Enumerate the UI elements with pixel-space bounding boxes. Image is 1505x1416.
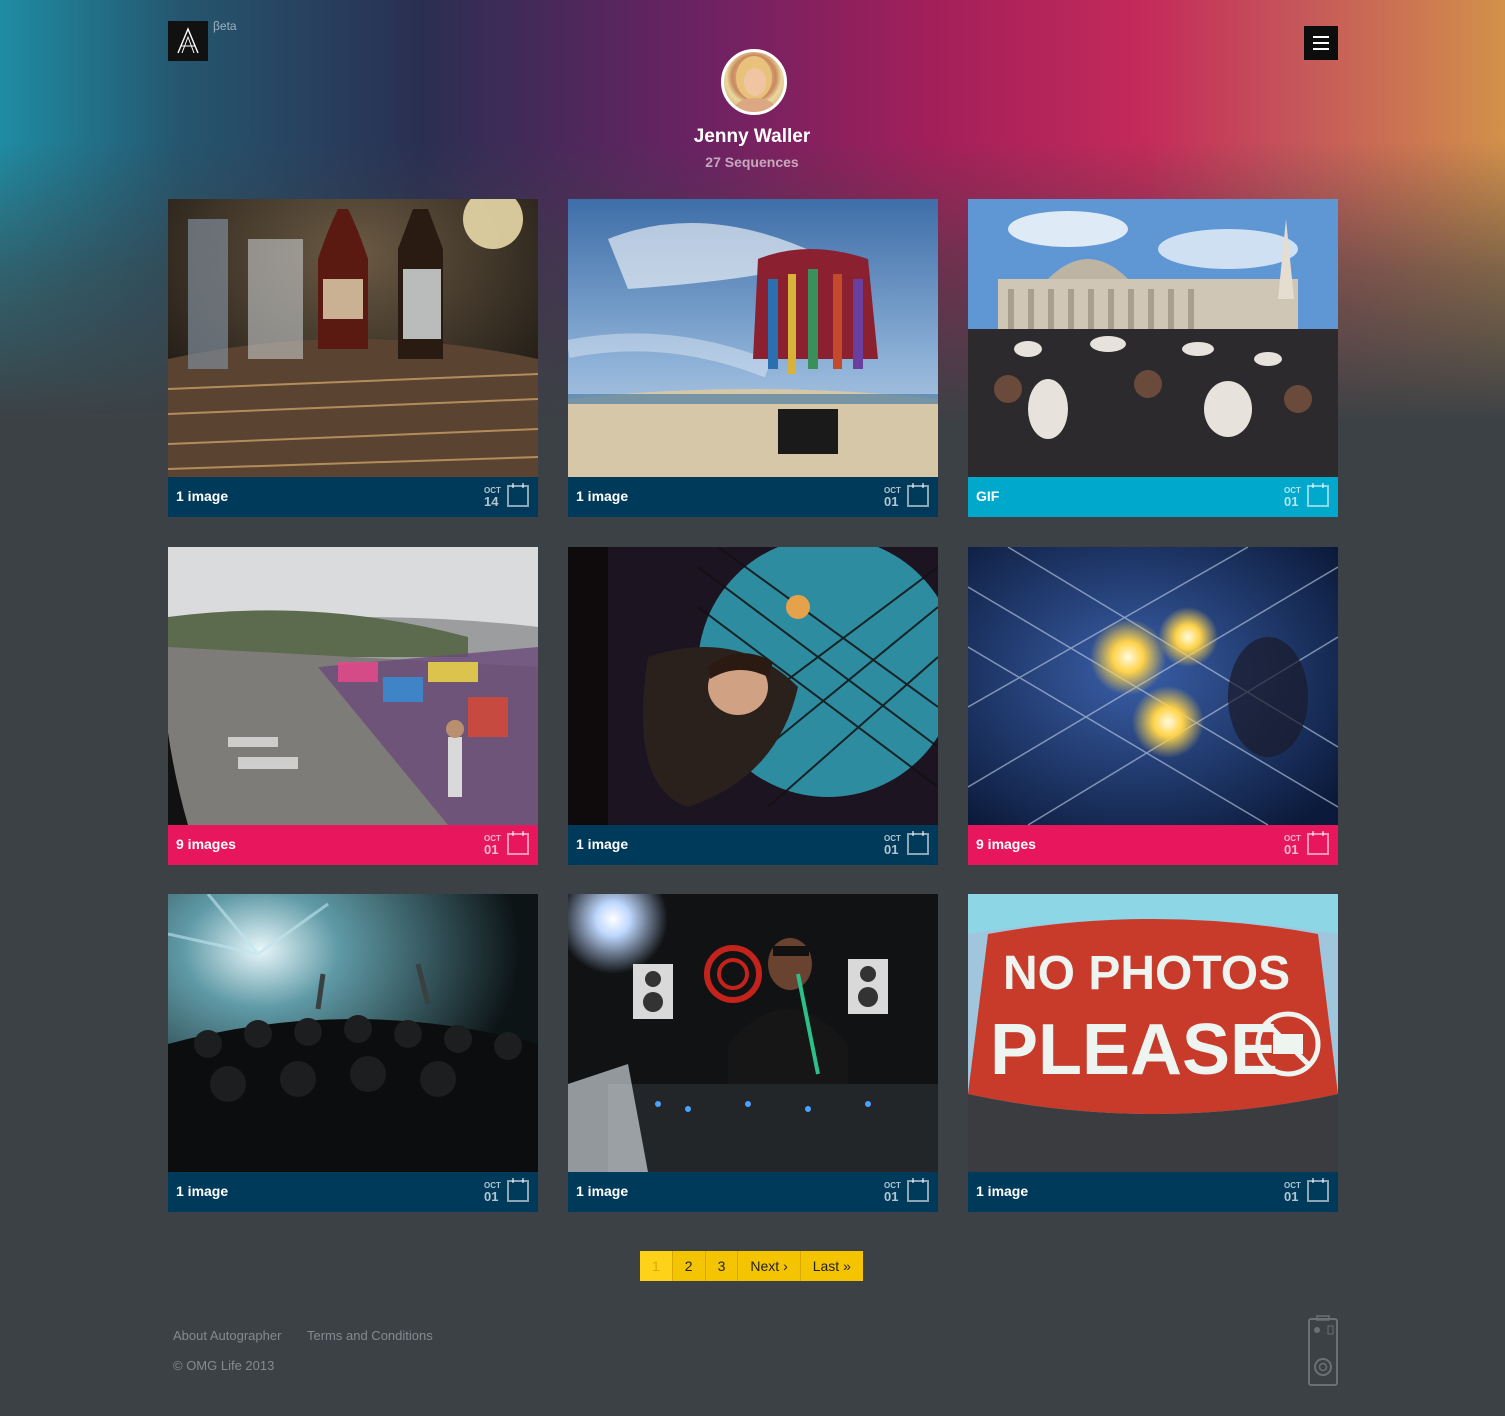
sequence-count: 27 Sequences: [705, 154, 799, 170]
card-date-day: 01: [1284, 494, 1299, 509]
card-date-day: 01: [884, 494, 899, 509]
sequence-card[interactable]: 1 image OCT 01: [168, 894, 538, 1212]
beta-label: βeta: [213, 19, 237, 33]
calendar-icon: [907, 1178, 929, 1202]
card-info-bar: GIF OCT 01: [968, 477, 1338, 517]
copyright-notice: © OMG Life 2013: [173, 1358, 275, 1373]
card-date-day: 01: [1284, 842, 1299, 857]
card-info-bar: 9 images OCT 01: [168, 825, 538, 865]
sequence-card[interactable]: 1 image OCT 01: [568, 547, 938, 865]
sequence-thumbnail[interactable]: [968, 547, 1338, 825]
card-info-bar: 1 image OCT 01: [968, 1172, 1338, 1212]
sequence-card[interactable]: GIF OCT 01: [968, 199, 1338, 517]
card-image-count: 1 image: [176, 1183, 229, 1199]
card-image-count: 9 images: [976, 836, 1036, 852]
about-autographer-link[interactable]: About Autographer: [173, 1328, 281, 1343]
card-info-bar: 1 image OCT 14: [168, 477, 538, 517]
sequence-card[interactable]: 1 image OCT 01: [568, 199, 938, 517]
card-info-bar: 9 images OCT 01: [968, 825, 1338, 865]
card-date-day: 01: [484, 842, 499, 857]
avatar-photo: [735, 56, 775, 112]
card-image-count: 1 image: [576, 836, 629, 852]
card-date-day: 14: [484, 494, 499, 509]
calendar-icon: [507, 1178, 529, 1202]
card-info-bar: 1 image OCT 01: [168, 1172, 538, 1212]
card-image-count: 1 image: [976, 1183, 1029, 1199]
profile-name: Jenny Waller: [693, 126, 811, 147]
calendar-icon: [507, 483, 529, 507]
sequence-card[interactable]: 1 image OCT 14: [168, 199, 538, 517]
sequence-card[interactable]: 1 image OCT 01: [568, 894, 938, 1212]
hamburger-menu-icon: [1313, 36, 1329, 50]
page-3-link[interactable]: 3: [705, 1251, 739, 1281]
sequence-thumbnail[interactable]: [568, 547, 938, 825]
sequence-thumbnail[interactable]: [568, 199, 938, 477]
calendar-icon: [907, 831, 929, 855]
terms-and-conditions-link[interactable]: Terms and Conditions: [307, 1328, 433, 1343]
card-image-count: 1 image: [176, 488, 229, 504]
next-page-link[interactable]: Next ›: [738, 1251, 801, 1281]
sequence-card[interactable]: NO PHOTOS PLEASE 1 image OCT 01: [968, 894, 1338, 1212]
card-info-bar: 1 image OCT 01: [568, 1172, 938, 1212]
menu-button[interactable]: [1304, 26, 1338, 60]
logo-a-icon: [177, 27, 199, 54]
card-date-day: 01: [1284, 1189, 1299, 1204]
sequence-thumbnail[interactable]: [168, 547, 538, 825]
last-page-link[interactable]: Last »: [800, 1251, 863, 1281]
card-date-day: 01: [884, 842, 899, 857]
autographer-logo[interactable]: [168, 21, 208, 61]
calendar-icon: [1307, 831, 1329, 855]
calendar-icon: [1307, 483, 1329, 507]
card-date-day: 01: [884, 1189, 899, 1204]
wall-painted-text: PLEASE: [990, 1010, 1278, 1090]
sequence-thumbnail[interactable]: NO PHOTOS PLEASE: [968, 894, 1338, 1172]
calendar-icon: [907, 483, 929, 507]
sequence-thumbnail[interactable]: [568, 894, 938, 1172]
pagination: 1 2 3 Next › Last »: [640, 1251, 863, 1281]
profile-avatar: [721, 49, 787, 115]
sequence-card[interactable]: 9 images OCT 01: [168, 547, 538, 865]
card-image-count: 1 image: [576, 1183, 629, 1199]
card-info-bar: 1 image OCT 01: [568, 477, 938, 517]
calendar-icon: [1307, 1178, 1329, 1202]
card-image-count: 1 image: [576, 488, 629, 504]
autographer-camera-icon: [1308, 1315, 1338, 1386]
card-image-count: 9 images: [176, 836, 236, 852]
sequence-thumbnail[interactable]: [168, 199, 538, 477]
page-2-link[interactable]: 2: [672, 1251, 706, 1281]
wall-painted-text: NO PHOTOS: [1003, 947, 1290, 1000]
card-info-bar: 1 image OCT 01: [568, 825, 938, 865]
sequence-card[interactable]: 9 images OCT 01: [968, 547, 1338, 865]
sequence-thumbnail[interactable]: [168, 894, 538, 1172]
card-image-count: GIF: [976, 488, 1000, 504]
card-date-day: 01: [484, 1189, 499, 1204]
page-1-link[interactable]: 1: [640, 1251, 673, 1281]
calendar-icon: [507, 831, 529, 855]
sequence-thumbnail[interactable]: [968, 199, 1338, 477]
